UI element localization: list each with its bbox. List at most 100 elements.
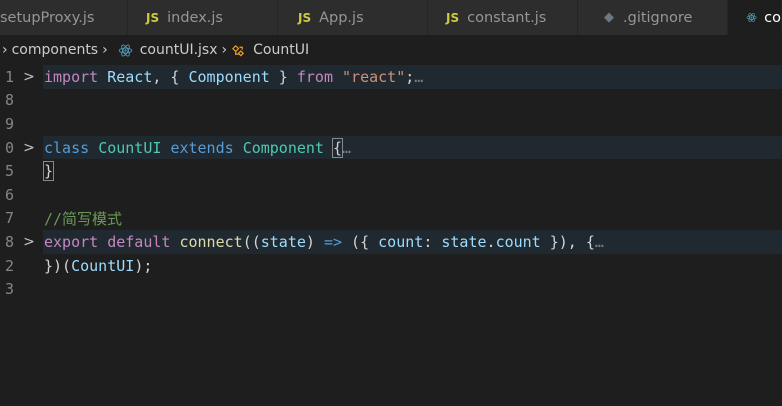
tab-label: .gitignore: [623, 9, 693, 26]
tab-co[interactable]: co: [728, 0, 782, 35]
code-token: ): [305, 232, 324, 251]
breadcrumb: › components › countUI.jsx › CountUI: [0, 35, 782, 65]
code-token: }: [269, 67, 297, 86]
tab-bar: setupProxy.js JS index.js JS App.js JS constan…: [0, 0, 782, 35]
react-icon: [746, 13, 757, 22]
line-number: 9: [4, 114, 14, 133]
code-line[interactable]: 3: [0, 277, 782, 301]
code-token: =>: [323, 232, 343, 251]
code-editor[interactable]: 1 > import React, { Component } from "reac…: [0, 65, 782, 406]
code-token: ;: [405, 67, 415, 86]
code-line[interactable]: 9: [0, 112, 782, 136]
code-token: extends: [170, 138, 234, 157]
code-token: connect: [179, 232, 243, 251]
breadcrumb-folder[interactable]: components: [12, 42, 99, 58]
code-token: })(: [44, 256, 72, 275]
code-token: export: [44, 232, 99, 251]
breadcrumb-file-label: countUI.jsx: [139, 42, 218, 58]
tab-index-js[interactable]: JS index.js: [128, 0, 278, 35]
code-token: default: [107, 232, 171, 251]
code-token: , {: [152, 67, 189, 86]
tab-constant-js[interactable]: JS constant.js: [428, 0, 578, 35]
code-token: ((: [242, 232, 261, 251]
tab-gitignore[interactable]: ◆ .gitignore: [578, 0, 728, 35]
react-icon: [118, 44, 132, 56]
line-number: 8: [4, 232, 14, 251]
chevron-right-icon: ›: [102, 42, 108, 58]
code-line[interactable]: 5}: [0, 159, 782, 183]
code-text: }: [42, 161, 55, 182]
code-token: from: [296, 67, 333, 86]
line-number: 8: [4, 91, 14, 110]
code-line[interactable]: 8 > export default connect((state) => ({ c…: [0, 230, 782, 254]
code-line[interactable]: 2 })(CountUI);: [0, 254, 782, 278]
code-token: state: [441, 232, 487, 251]
code-token: count: [495, 232, 541, 251]
code-token: count: [378, 232, 424, 251]
line-number: 3: [4, 280, 14, 299]
tab-label: index.js: [167, 9, 223, 26]
fold-chevron-icon[interactable]: >: [22, 140, 36, 156]
code-token: //简写模式: [44, 209, 123, 228]
breadcrumb-file[interactable]: countUI.jsx: [118, 42, 218, 58]
class-symbol-icon: [232, 44, 245, 57]
code-token: ({: [342, 232, 379, 251]
line-number: 2: [4, 256, 14, 275]
code-token: }: [42, 161, 55, 182]
code-token: .: [486, 232, 496, 251]
code-token: class: [44, 138, 90, 157]
tab-label: constant.js: [467, 9, 547, 26]
code-token: Component: [188, 67, 270, 86]
tab-setupproxy-js[interactable]: setupProxy.js: [0, 0, 128, 35]
line-number: 6: [4, 185, 14, 204]
code-line[interactable]: 8: [0, 89, 782, 113]
code-token: {: [331, 137, 344, 158]
code-token: );: [134, 256, 153, 275]
code-token: import: [44, 67, 99, 86]
fold-chevron-icon[interactable]: >: [22, 234, 36, 250]
js-icon: JS: [446, 10, 460, 25]
code-token: CountUI: [71, 256, 135, 275]
folded-ellipsis[interactable]: …: [414, 68, 423, 86]
code-line[interactable]: 7 //简写模式: [0, 207, 782, 231]
chevron-right-icon: ›: [2, 42, 8, 58]
code-text: import React, { Component } from "react"…: [44, 68, 423, 86]
code-token: CountUI: [98, 138, 162, 157]
tab-app-js[interactable]: JS App.js: [278, 0, 428, 35]
code-line[interactable]: 1 > import React, { Component } from "reac…: [0, 65, 782, 89]
line-number: 1: [4, 67, 14, 86]
code-text: export default connect((state) => ({ cou…: [44, 233, 604, 251]
tab-label: setupProxy.js: [0, 9, 95, 26]
code-token: state: [260, 232, 306, 251]
fold-chevron-icon[interactable]: >: [22, 69, 36, 85]
code-token: :: [423, 232, 442, 251]
line-number: 0: [4, 138, 14, 157]
code-text: })(CountUI);: [44, 257, 152, 275]
breadcrumb-folder-label: components: [11, 42, 99, 58]
tab-label: App.js: [319, 9, 364, 26]
code-text: class CountUI extends Component {…: [44, 137, 351, 158]
line-number: 7: [4, 209, 14, 228]
git-icon: ◆: [604, 10, 614, 25]
folded-ellipsis[interactable]: …: [342, 139, 351, 157]
chevron-right-icon: ›: [221, 42, 228, 58]
tab-label: co: [764, 9, 781, 26]
code-token: React: [107, 67, 153, 86]
code-token: "react": [342, 67, 406, 86]
code-token: }), {: [540, 232, 595, 251]
code-line[interactable]: 0 > class CountUI extends Component {…: [0, 135, 782, 160]
js-icon: JS: [146, 10, 160, 25]
code-text: //简写模式: [44, 208, 122, 229]
code-token: Component: [242, 138, 324, 157]
folded-ellipsis[interactable]: …: [595, 233, 604, 251]
line-number: 5: [4, 162, 14, 181]
js-icon: JS: [298, 10, 312, 25]
breadcrumb-symbol-label: CountUI: [253, 42, 310, 58]
breadcrumb-symbol[interactable]: CountUI: [231, 42, 309, 58]
code-line[interactable]: 6: [0, 183, 782, 207]
